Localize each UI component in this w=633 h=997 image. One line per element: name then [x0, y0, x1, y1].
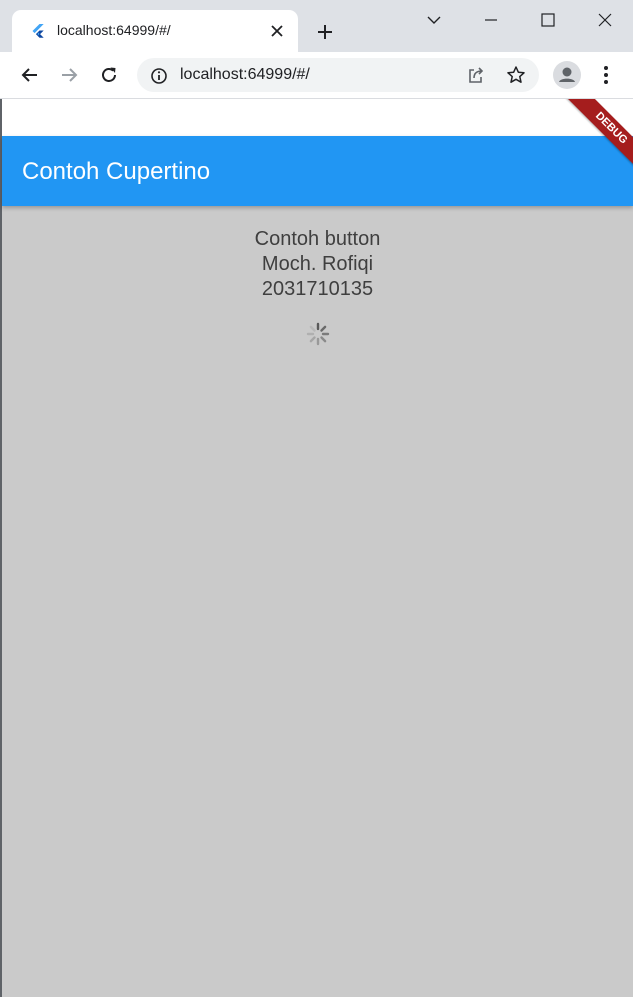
browser-toolbar: localhost:64999/#/: [0, 52, 633, 99]
debug-label: DEBUG: [561, 99, 633, 178]
new-tab-icon[interactable]: [313, 20, 337, 44]
body-line-id: 2031710135: [261, 278, 374, 300]
body-line-name: Moch. Rofiqi: [261, 253, 374, 275]
maximize-icon[interactable]: [536, 8, 560, 32]
app-viewport: Contoh Cupertino Contoh button Moch. Rof…: [2, 99, 633, 997]
minimize-icon[interactable]: [479, 8, 503, 32]
more-menu-icon[interactable]: [596, 63, 616, 87]
tab-title: localhost:64999/#/: [57, 22, 171, 38]
address-bar[interactable]: localhost:64999/#/: [137, 58, 539, 92]
share-icon[interactable]: [466, 65, 486, 85]
close-tab-icon[interactable]: [268, 22, 286, 40]
close-window-icon[interactable]: [593, 8, 617, 32]
app-bar-title: Contoh Cupertino: [22, 158, 211, 185]
flutter-favicon-icon: [32, 24, 44, 38]
browser-tab[interactable]: localhost:64999/#/: [12, 10, 298, 52]
site-info-icon[interactable]: [150, 67, 168, 85]
forward-icon[interactable]: [57, 63, 81, 87]
profile-icon: [559, 67, 575, 82]
url-text[interactable]: localhost:64999/#/: [180, 66, 310, 84]
body-line-title: Contoh button: [254, 228, 381, 250]
tab-search-icon[interactable]: [422, 8, 446, 32]
back-icon[interactable]: [18, 63, 42, 87]
debug-banner: DEBUG: [533, 99, 633, 199]
tab-strip: localhost:64999/#/: [0, 0, 633, 52]
activity-indicator-icon: [306, 322, 330, 346]
profile-avatar[interactable]: [553, 61, 581, 89]
bookmark-star-icon[interactable]: [506, 65, 526, 85]
reload-icon[interactable]: [97, 63, 121, 87]
